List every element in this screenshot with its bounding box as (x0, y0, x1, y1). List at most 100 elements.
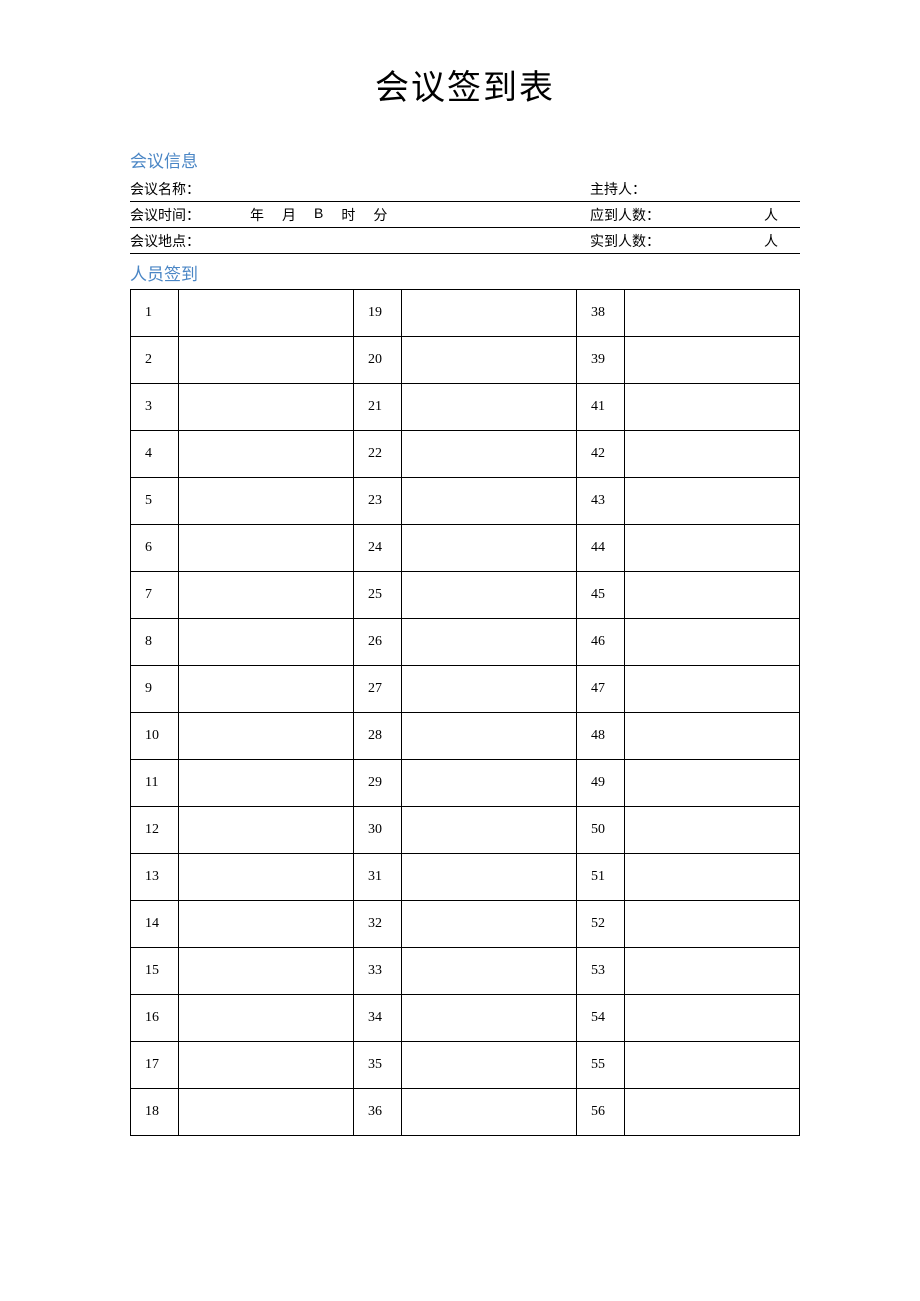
signin-number: 2 (131, 337, 179, 384)
signin-number: 52 (576, 901, 624, 948)
signin-number: 22 (353, 431, 401, 478)
signin-number: 28 (353, 713, 401, 760)
table-row: 62444 (131, 525, 800, 572)
signin-number: 44 (576, 525, 624, 572)
signin-signature-cell (625, 995, 800, 1042)
table-row: 173555 (131, 1042, 800, 1089)
signin-signature-cell (402, 666, 577, 713)
signin-number: 8 (131, 619, 179, 666)
signin-signature-cell (625, 901, 800, 948)
signin-number: 11 (131, 760, 179, 807)
signin-signature-cell (179, 384, 354, 431)
signin-number: 12 (131, 807, 179, 854)
signin-signature-cell (402, 995, 577, 1042)
signin-signature-cell (625, 572, 800, 619)
info-row-time: 会议时间： 年 月 B 时 分 应到人数： 人 (130, 202, 800, 228)
signin-signature-cell (179, 713, 354, 760)
signin-signature-cell (402, 901, 577, 948)
unit-month: 月 (282, 205, 296, 225)
meeting-location-label: 会议地点： (130, 231, 200, 251)
signin-signature-cell (402, 807, 577, 854)
signin-signature-cell (179, 572, 354, 619)
signin-signature-cell (625, 619, 800, 666)
signin-number: 36 (353, 1089, 401, 1136)
signin-signature-cell (179, 1089, 354, 1136)
signin-number: 53 (576, 948, 624, 995)
signin-number: 39 (576, 337, 624, 384)
signin-number: 24 (353, 525, 401, 572)
signin-signature-cell (625, 760, 800, 807)
unit-hour: 时 (341, 205, 355, 225)
signin-number: 20 (353, 337, 401, 384)
signin-table: 1193822039321414224252343624447254582646… (130, 289, 800, 1136)
signin-number: 46 (576, 619, 624, 666)
signin-signature-cell (402, 572, 577, 619)
signin-number: 26 (353, 619, 401, 666)
signin-number: 1 (131, 290, 179, 337)
signin-signature-cell (402, 760, 577, 807)
signin-signature-cell (625, 478, 800, 525)
signin-number: 21 (353, 384, 401, 431)
signin-signature-cell (402, 431, 577, 478)
signin-signature-cell (402, 713, 577, 760)
signin-number: 19 (353, 290, 401, 337)
signin-signature-cell (179, 666, 354, 713)
table-row: 8 26 46 (131, 619, 800, 666)
signin-number: 4 (131, 431, 179, 478)
signin-number: 35 (353, 1042, 401, 1089)
meeting-time-label: 会议时间： (130, 205, 200, 225)
signin-number: 48 (576, 713, 624, 760)
section-header-info: 会议信息 (130, 147, 800, 172)
info-row-name: 会议名称： 主持人： (130, 176, 800, 202)
signin-number: 34 (353, 995, 401, 1042)
signin-signature-cell (179, 1042, 354, 1089)
unit-year: 年 (250, 205, 264, 225)
signin-number: 55 (576, 1042, 624, 1089)
signin-signature-cell (625, 807, 800, 854)
signin-number: 49 (576, 760, 624, 807)
signin-number: 18 (131, 1089, 179, 1136)
signin-number: 14 (131, 901, 179, 948)
signin-signature-cell (179, 619, 354, 666)
table-row: 12 30 50 (131, 807, 800, 854)
signin-number: 5 (131, 478, 179, 525)
table-row: 92747 (131, 666, 800, 713)
unit-b: B (314, 205, 323, 225)
signin-number: 30 (353, 807, 401, 854)
expected-unit: 人 (764, 205, 800, 225)
meeting-info-section: 会议信息 会议名称： 主持人： 会议时间： 年 月 B 时 分 应到人数： 人 … (130, 147, 800, 254)
table-row: 163454 (131, 995, 800, 1042)
signin-number: 50 (576, 807, 624, 854)
signin-signature-cell (179, 525, 354, 572)
info-row-location: 会议地点： 实到人数： 人 (130, 228, 800, 254)
signin-number: 15 (131, 948, 179, 995)
signin-signature-cell (179, 431, 354, 478)
signin-number: 45 (576, 572, 624, 619)
signin-signature-cell (625, 666, 800, 713)
signin-number: 43 (576, 478, 624, 525)
signin-section: 人员签到 11938220393214142242523436244472545… (130, 260, 800, 1136)
signin-signature-cell (625, 713, 800, 760)
signin-signature-cell (402, 478, 577, 525)
signin-signature-cell (179, 807, 354, 854)
signin-signature-cell (402, 290, 577, 337)
table-row: 112949 (131, 760, 800, 807)
signin-signature-cell (402, 619, 577, 666)
expected-count-label: 应到人数： (590, 205, 660, 225)
signin-signature-cell (625, 290, 800, 337)
signin-signature-cell (179, 290, 354, 337)
table-row: 143252 (131, 901, 800, 948)
signin-signature-cell (402, 525, 577, 572)
actual-unit: 人 (764, 231, 800, 251)
signin-signature-cell (625, 525, 800, 572)
signin-number: 51 (576, 854, 624, 901)
signin-signature-cell (625, 384, 800, 431)
table-row: 102848 (131, 713, 800, 760)
signin-number: 25 (353, 572, 401, 619)
signin-signature-cell (625, 1089, 800, 1136)
time-units: 年 月 B 时 分 (250, 205, 387, 225)
table-row: 42242 (131, 431, 800, 478)
signin-signature-cell (402, 1042, 577, 1089)
signin-number: 38 (576, 290, 624, 337)
page-title: 会议签到表 (130, 60, 800, 109)
